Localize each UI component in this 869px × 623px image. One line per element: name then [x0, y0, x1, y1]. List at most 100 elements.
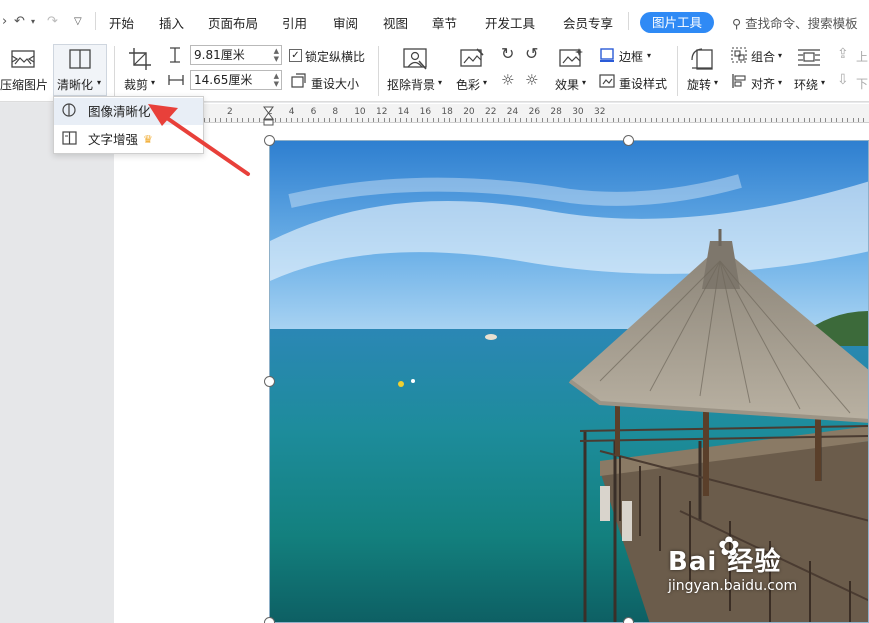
brightness-up-icon[interactable]: ☼	[501, 71, 514, 89]
ruler-tick	[274, 118, 276, 122]
ruler-label: 32	[594, 107, 606, 117]
remove-background-icon[interactable]	[402, 47, 428, 71]
resize-handle-top-middle[interactable]	[623, 135, 634, 146]
bring-forward-icon[interactable]: ⇪	[837, 46, 849, 62]
bring-forward-label[interactable]: 上	[856, 48, 868, 65]
chevron-down-icon: ▾	[778, 51, 783, 60]
tab-picture-tools[interactable]: 图片工具	[640, 12, 714, 33]
rotate-icon[interactable]	[690, 46, 716, 72]
undo-dropdown-icon[interactable]: ▾	[31, 17, 35, 26]
rotate-label[interactable]: 旋转	[687, 76, 711, 93]
tab-insert[interactable]: 插入	[159, 13, 184, 32]
tab-review[interactable]: 审阅	[333, 13, 358, 32]
ruler-label: 8	[332, 107, 339, 117]
group-icon[interactable]	[731, 47, 747, 63]
undo-icon[interactable]: ›	[2, 14, 7, 29]
ruler-tick	[787, 118, 789, 122]
undo-arrow-icon[interactable]: ↶	[14, 14, 25, 29]
crop-icon[interactable]	[128, 47, 152, 71]
tab-home[interactable]: 开始	[109, 13, 134, 32]
align-label[interactable]: 对齐	[751, 75, 775, 92]
lock-aspect-label[interactable]: 锁定纵横比	[305, 48, 365, 65]
customize-toolbar-icon[interactable]: ▽	[74, 16, 82, 27]
reset-style-icon[interactable]	[599, 73, 615, 89]
ruler-tick	[514, 118, 516, 122]
ruler-tick	[416, 118, 418, 122]
border-icon[interactable]	[599, 47, 615, 63]
color-label[interactable]: 色彩	[456, 76, 480, 93]
ruler-tick	[765, 118, 767, 122]
ruler-tick	[689, 118, 691, 122]
ruler-tick	[574, 118, 576, 122]
ruler-tick	[683, 118, 685, 122]
lock-aspect-checkbox[interactable]: ✓	[289, 49, 302, 62]
rotate-left-icon[interactable]: ↻	[501, 44, 514, 63]
reset-size-icon[interactable]	[290, 73, 306, 89]
ruler-tick	[498, 118, 500, 122]
indent-marker-icon[interactable]	[263, 106, 274, 126]
compress-picture-label[interactable]: 压缩图片	[0, 76, 48, 93]
redo-icon[interactable]: ↷	[47, 14, 58, 29]
ruler-tick	[367, 118, 369, 122]
horizontal-ruler[interactable]: 22468101214161820222426283032	[200, 104, 869, 123]
ruler-tick	[749, 118, 750, 122]
ribbon-separator	[677, 46, 678, 96]
remove-background-label[interactable]: 抠除背景	[387, 76, 435, 93]
ruler-tick	[732, 118, 734, 122]
tab-page-layout[interactable]: 页面布局	[208, 13, 258, 32]
reset-style-label[interactable]: 重设样式	[619, 75, 667, 92]
command-search[interactable]: ⚲ 查找命令、搜索模板	[732, 13, 858, 32]
ruler-tick	[694, 118, 696, 122]
chevron-down-icon: ▾	[778, 78, 783, 87]
tab-developer[interactable]: 开发工具	[485, 13, 535, 32]
wrap-icon[interactable]	[797, 47, 821, 71]
align-icon[interactable]	[731, 73, 747, 89]
spin-up-icon[interactable]: ▲	[274, 48, 279, 55]
ruler-tick	[383, 118, 385, 122]
color-icon[interactable]	[459, 47, 485, 71]
brightness-down-icon[interactable]: ☼	[525, 71, 538, 89]
reset-size-label[interactable]: 重设大小	[311, 75, 359, 92]
chevron-down-icon: ▾	[438, 78, 443, 87]
ruler-tick	[847, 118, 849, 122]
spin-up-icon[interactable]: ▲	[274, 73, 279, 80]
tab-references[interactable]: 引用	[282, 13, 307, 32]
crop-label[interactable]: 裁剪	[124, 76, 148, 93]
width-stepper[interactable]: 14.65厘米 ▲ ▼	[190, 70, 282, 90]
ruler-tick	[699, 118, 701, 122]
resize-handle-bottom-middle[interactable]	[623, 617, 634, 623]
spin-down-icon[interactable]: ▼	[274, 56, 279, 63]
tab-member[interactable]: 会员专享	[563, 13, 613, 32]
ruler-tick	[340, 118, 342, 122]
resize-handle-middle-left[interactable]	[264, 376, 275, 387]
ruler-label: 10	[354, 107, 366, 117]
width-value: 14.65厘米	[194, 73, 253, 87]
resize-handle-top-left[interactable]	[264, 135, 275, 146]
effects-label[interactable]: 效果	[555, 76, 579, 93]
wrap-label[interactable]: 环绕	[794, 76, 818, 93]
menu-separator	[95, 12, 96, 30]
ruler-tick	[492, 118, 494, 122]
ruler-tick	[754, 118, 756, 122]
tab-chapter[interactable]: 章节	[432, 13, 457, 32]
ruler-tick	[329, 118, 331, 122]
compress-picture-icon[interactable]	[10, 48, 36, 70]
send-backward-icon[interactable]: ⇩	[837, 72, 849, 88]
ruler-tick	[547, 118, 549, 122]
send-backward-label[interactable]: 下	[856, 75, 868, 92]
ruler-tick	[618, 118, 620, 122]
group-label[interactable]: 组合	[751, 48, 775, 65]
effects-icon[interactable]	[558, 47, 584, 71]
ruler-tick	[552, 118, 554, 122]
ruler-tick	[705, 118, 707, 122]
border-label[interactable]: 边框	[619, 48, 643, 65]
tab-view[interactable]: 视图	[383, 13, 408, 32]
height-stepper[interactable]: 9.81厘米 ▲ ▼	[190, 45, 282, 65]
selected-picture[interactable]: Bai 经验 jingyan.baidu.com	[269, 140, 869, 623]
rotate-right-icon[interactable]: ↺	[525, 44, 538, 63]
ruler-tick	[607, 118, 609, 122]
spin-down-icon[interactable]: ▼	[274, 81, 279, 88]
ruler-tick	[852, 118, 854, 122]
ruler-tick	[443, 118, 445, 122]
resize-handle-bottom-left[interactable]	[264, 617, 275, 623]
